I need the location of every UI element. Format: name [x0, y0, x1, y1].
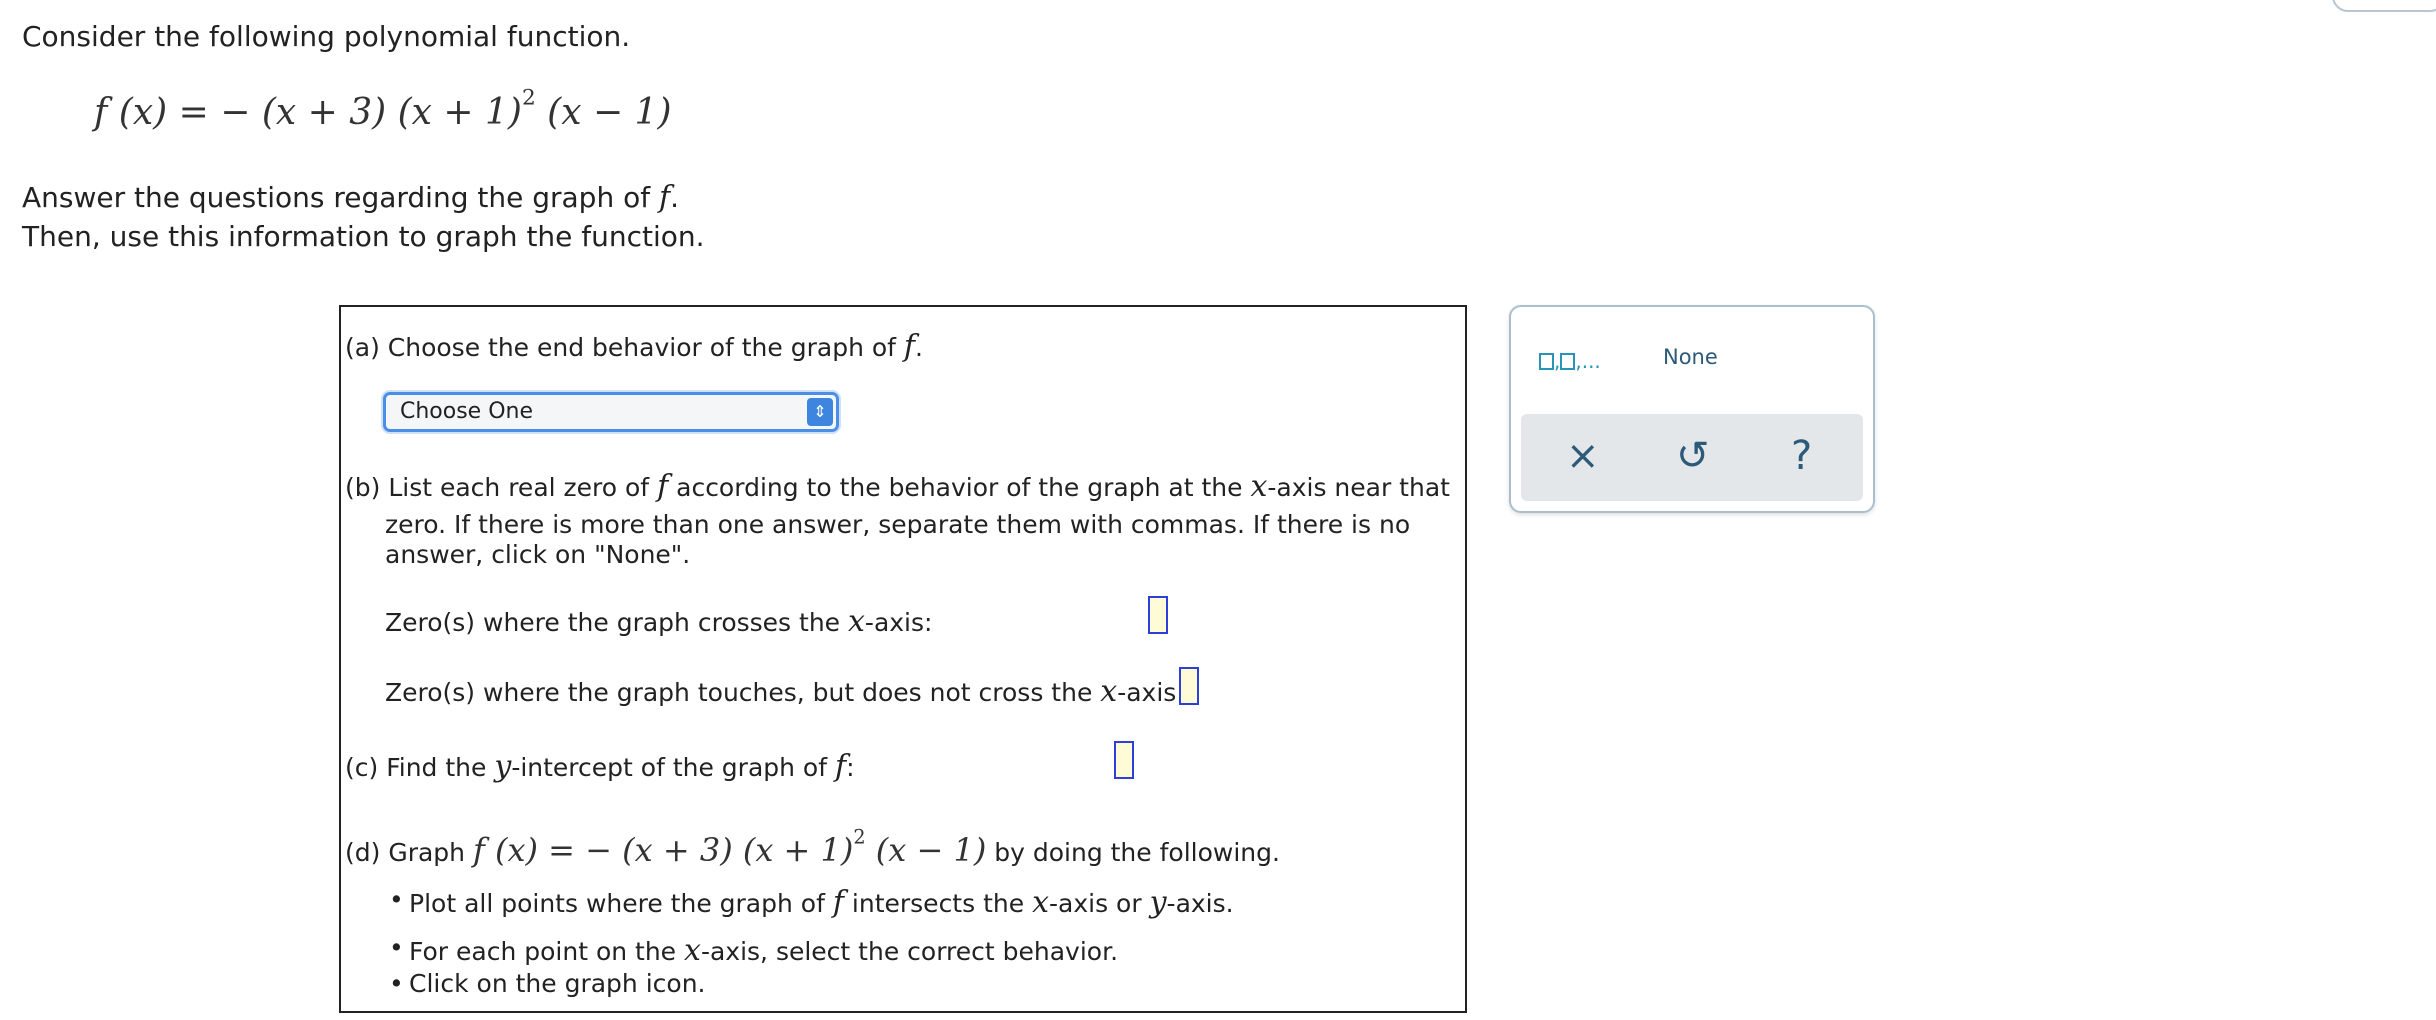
intro-line-3: Then, use this information to graph the … [22, 220, 705, 253]
question-b-line-2: zero. If there is more than one answer, … [385, 510, 1411, 539]
question-d-bullet-3: Click on the graph icon. [389, 969, 706, 998]
undo-icon[interactable]: ↺ [1676, 434, 1710, 478]
zeros-touches-input[interactable] [1179, 667, 1199, 705]
function-exponent: 2 [521, 85, 536, 111]
question-b-line-1: (b) List each real zero of f according t… [345, 469, 1450, 504]
close-icon[interactable]: × [1566, 434, 1600, 478]
question-d-function: f (x) = − (x + 3) (x + 1)2 (x − 1) [472, 825, 987, 869]
end-behavior-select[interactable]: Choose One ⇕ [383, 392, 839, 432]
square-icon [1539, 353, 1554, 370]
zeros-crosses-label: Zero(s) where the graph crosses the x-ax… [385, 604, 933, 639]
question-d-label: (d) Graph f (x) = − (x + 3) (x + 1)2 (x … [345, 825, 1280, 869]
question-b-line-3: answer, click on "None". [385, 540, 691, 569]
function-definition: f (x) = − (x + 3) (x + 1)2 (x − 1) [94, 87, 672, 133]
f-symbol: f [659, 180, 671, 215]
palette-action-bar: × ↺ ? [1521, 414, 1863, 501]
corner-tab[interactable] [2332, 0, 2436, 12]
list-tool-button[interactable]: ,,... [1539, 349, 1601, 373]
question-panel: (a) Choose the end behavior of the graph… [339, 305, 1467, 1013]
intro-line-2: Answer the questions regarding the graph… [22, 180, 680, 215]
question-d-bullet-1: Plot all points where the graph of f int… [389, 885, 1234, 920]
chevron-updown-icon: ⇕ [807, 398, 833, 426]
question-a-label: (a) Choose the end behavior of the graph… [345, 329, 923, 364]
square-icon [1560, 353, 1576, 370]
function-tail: (x − 1) [535, 92, 672, 133]
question-c-label: (c) Find the y-intercept of the graph of… [345, 749, 855, 784]
function-lhs: f (x) = − (x + 3) (x + 1) [94, 92, 522, 133]
zeros-touches-label: Zero(s) where the graph touches, but doe… [385, 674, 1185, 709]
zeros-crosses-input[interactable] [1148, 596, 1168, 634]
select-value: Choose One [400, 399, 534, 424]
question-d-bullet-2: For each point on the x-axis, select the… [389, 933, 1118, 968]
intro-line-1: Consider the following polynomial functi… [22, 20, 631, 53]
y-intercept-input[interactable] [1114, 741, 1134, 779]
none-button[interactable]: None [1663, 345, 1718, 369]
intro-line-2-text: Answer the questions regarding the graph… [22, 181, 651, 214]
help-icon[interactable]: ? [1791, 434, 1812, 478]
answer-palette: ,,... None × ↺ ? [1509, 305, 1875, 513]
